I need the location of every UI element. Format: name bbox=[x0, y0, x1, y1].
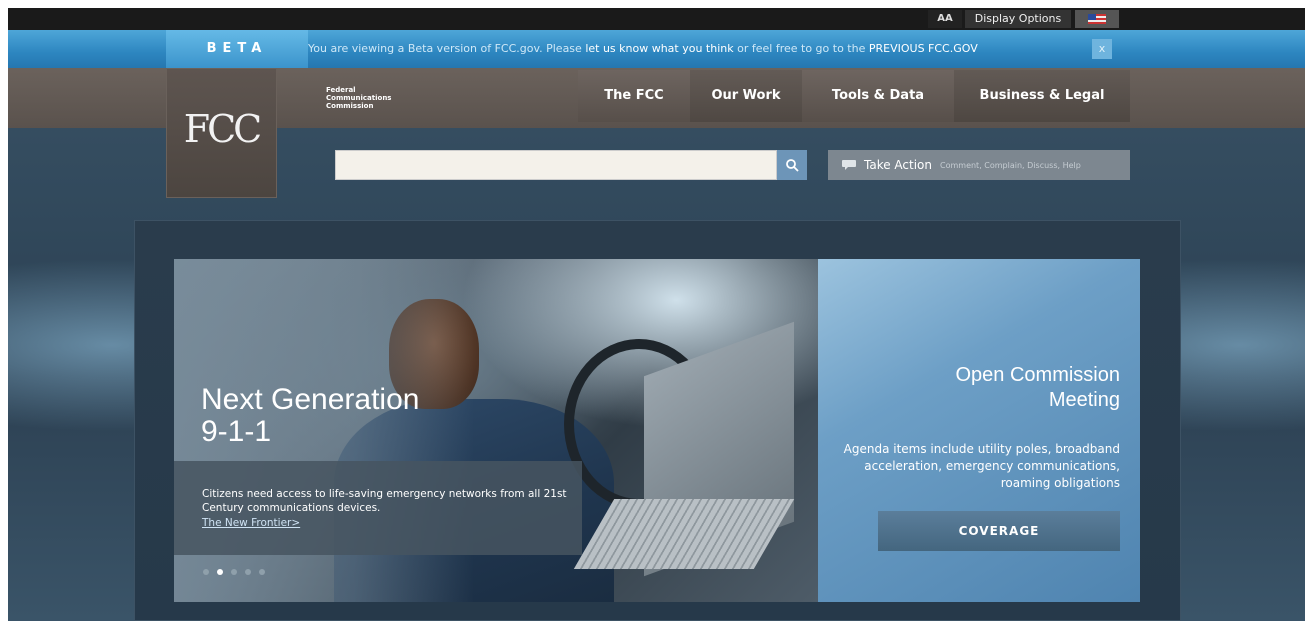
previous-site-link[interactable]: PREVIOUS FCC.GOV bbox=[869, 42, 978, 55]
slide-dot-3[interactable] bbox=[231, 569, 237, 575]
beta-msg-mid: or feel free to go to the bbox=[733, 42, 869, 55]
agency-line-1: Federal bbox=[326, 86, 356, 94]
beta-msg-prefix: You are viewing a Beta version of FCC.go… bbox=[308, 42, 586, 55]
close-icon[interactable]: x bbox=[1092, 39, 1112, 59]
hero-caption-text: Citizens need access to life-saving emer… bbox=[202, 488, 567, 514]
text-size-button[interactable]: AA bbox=[928, 10, 962, 28]
search-icon bbox=[786, 159, 799, 172]
search-button[interactable] bbox=[777, 150, 807, 180]
hero-caption-box: Citizens need access to life-saving emer… bbox=[174, 461, 582, 555]
nav-tools-data[interactable]: Tools & Data bbox=[802, 70, 954, 122]
meeting-panel: Open Commission Meeting Agenda items inc… bbox=[818, 259, 1140, 602]
hero-title-line-2: 9-1-1 bbox=[201, 415, 272, 448]
display-options-button[interactable]: Display Options bbox=[965, 10, 1071, 28]
coverage-button[interactable]: COVERAGE bbox=[878, 511, 1120, 551]
nav-our-work[interactable]: Our Work bbox=[690, 70, 802, 122]
nav-the-fcc[interactable]: The FCC bbox=[578, 70, 690, 122]
meeting-title: Open Commission Meeting bbox=[860, 363, 1120, 413]
meeting-description: Agenda items include utility poles, broa… bbox=[843, 442, 1120, 490]
agency-name: Federal Communications Commission bbox=[326, 86, 391, 110]
language-button[interactable] bbox=[1075, 10, 1119, 28]
speech-bubble-icon bbox=[842, 160, 856, 170]
slide-indicators bbox=[203, 569, 265, 575]
take-action-label: Take Action bbox=[864, 158, 932, 172]
beta-label: BETA bbox=[166, 30, 308, 68]
take-action-subtext: Comment, Complain, Discuss, Help bbox=[940, 160, 1081, 170]
hero-title: Next Generation 9-1-1 bbox=[201, 384, 419, 448]
feedback-link[interactable]: let us know what you think bbox=[585, 42, 733, 55]
slide-dot-5[interactable] bbox=[259, 569, 265, 575]
hero-title-line-1: Next Generation bbox=[201, 383, 420, 416]
slide-dot-2[interactable] bbox=[217, 569, 223, 575]
agency-line-2: Communications bbox=[326, 94, 392, 102]
nav-business-legal[interactable]: Business & Legal bbox=[954, 70, 1130, 122]
search-input[interactable] bbox=[335, 150, 777, 180]
hero-link[interactable]: The New Frontier> bbox=[202, 517, 300, 529]
beta-message: You are viewing a Beta version of FCC.go… bbox=[308, 30, 978, 68]
logo-text: FCC bbox=[183, 107, 263, 151]
fcc-logo[interactable]: FCC bbox=[166, 68, 277, 198]
slide-dot-4[interactable] bbox=[245, 569, 251, 575]
meeting-title-line-1: Open Commission bbox=[955, 364, 1120, 386]
take-action-button[interactable]: Take Action Comment, Complain, Discuss, … bbox=[828, 150, 1130, 180]
meeting-title-line-2: Meeting bbox=[1048, 389, 1120, 411]
slide-dot-1[interactable] bbox=[203, 569, 209, 575]
agency-line-3: Commission bbox=[326, 102, 374, 110]
laptop-keyboard bbox=[573, 499, 795, 569]
us-flag-icon bbox=[1088, 14, 1106, 24]
